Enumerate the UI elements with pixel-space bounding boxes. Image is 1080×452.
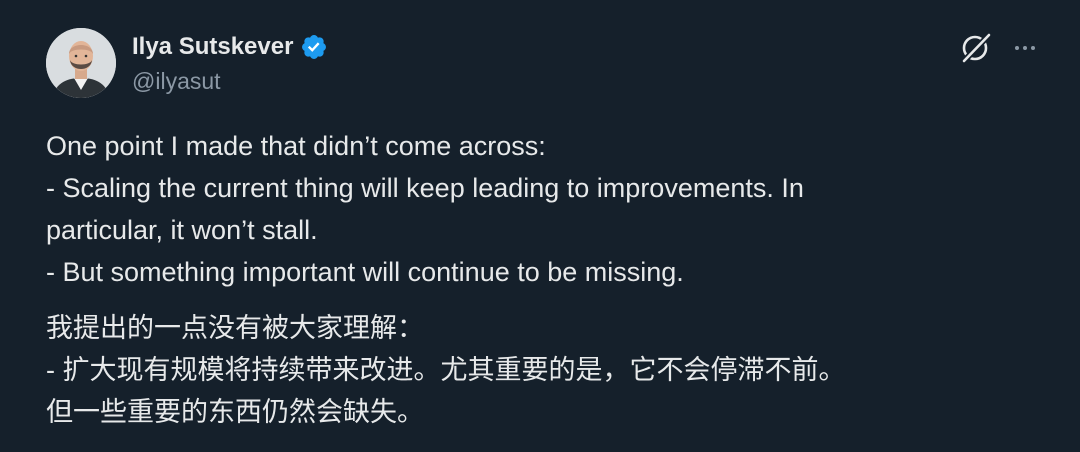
more-dot: [1023, 46, 1027, 50]
tweet-line: 我提出的一点没有被大家理解：: [46, 313, 424, 343]
tweet-line: - But something important will continue …: [46, 257, 684, 287]
author-name-row: Ilya Sutskever: [132, 32, 328, 62]
more-dot: [1031, 46, 1035, 50]
more-dot: [1015, 46, 1019, 50]
tweet-line: 但一些重要的东西仍然会缺失。: [46, 397, 424, 427]
tweet-line: particular, it won’t stall.: [46, 215, 318, 245]
avatar[interactable]: [46, 28, 116, 98]
grok-icon[interactable]: [958, 30, 994, 66]
tweet-line: One point I made that didn’t come across…: [46, 131, 546, 161]
more-options-icon[interactable]: [1008, 34, 1042, 62]
display-name[interactable]: Ilya Sutskever: [132, 33, 293, 61]
tweet-line: - 扩大现有规模将持续带来改进。尤其重要的是，它不会停滞不前。: [46, 355, 846, 385]
avatar-image: [46, 28, 116, 98]
tweet-text-english: One point I made that didn’t come across…: [46, 125, 1046, 293]
verified-badge-icon[interactable]: [300, 33, 328, 61]
tweet-line: - Scaling the current thing will keep le…: [46, 173, 804, 203]
tweet-text-chinese: 我提出的一点没有被大家理解： - 扩大现有规模将持续带来改进。尤其重要的是，它不…: [46, 307, 1046, 433]
tweet-card: Ilya Sutskever @ilyasut One point I made…: [0, 0, 1080, 452]
author-handle[interactable]: @ilyasut: [132, 68, 221, 95]
